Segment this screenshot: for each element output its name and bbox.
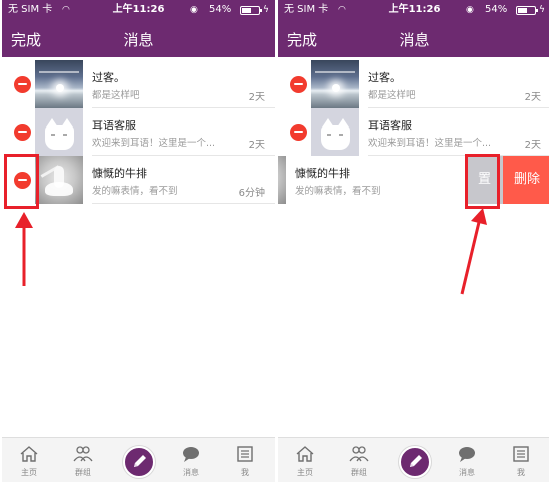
delete-minus-icon[interactable] [290, 124, 307, 141]
message-preview: 都是这样吧 [92, 90, 140, 101]
message-time: 6分钟 [238, 188, 265, 199]
compose-pencil-icon [134, 455, 146, 467]
white-cat-avatar [311, 108, 359, 156]
delete-minus-icon[interactable] [290, 76, 307, 93]
nav-bar: 完成 消息 [278, 20, 549, 57]
contact-name: 慷慨的牛排 [92, 167, 147, 180]
home-icon [20, 446, 38, 462]
status-bar: 无 SIM 卡 ◠ 上午11:26 ◉ 54% ϟ [2, 0, 275, 20]
tab-me[interactable]: 我 [494, 438, 548, 483]
tab-home[interactable]: 主页 [278, 438, 332, 483]
profile-list-icon [237, 446, 253, 462]
compose-pencil-icon [410, 455, 422, 467]
status-time: 上午11:26 [112, 4, 165, 15]
tab-messages[interactable]: 消息 [164, 438, 218, 483]
row-divider [92, 203, 275, 204]
comparison-screenshot: 无 SIM 卡 ◠ 上午11:26 ◉ 54% ϟ 完成 消息 过客。 都是这样… [0, 0, 549, 488]
tab-groups[interactable]: 群组 [56, 438, 110, 483]
message-time: 2天 [524, 140, 541, 151]
message-preview: 发的嘛表情，看不到 [92, 186, 178, 197]
phone-edit-mode: 无 SIM 卡 ◠ 上午11:26 ◉ 54% ϟ 完成 消息 过客。 都是这样… [2, 0, 275, 488]
white-cat-avatar [35, 108, 83, 156]
delete-minus-icon[interactable] [14, 124, 31, 141]
compose-button[interactable] [123, 446, 155, 478]
message-preview: 欢迎来到耳语！这里是一个... [92, 138, 216, 149]
message-time: 2天 [248, 92, 265, 103]
status-time: 上午11:26 [388, 4, 441, 15]
page-title: 消息 [123, 31, 154, 49]
delete-button[interactable]: 删除 [503, 156, 549, 204]
rotation-lock-icon: ◉ [190, 5, 198, 15]
message-row[interactable]: 过客。 都是这样吧 2天 [2, 60, 275, 108]
tab-label: 主页 [297, 468, 313, 477]
battery-percent: 54% [485, 4, 508, 15]
tab-me[interactable]: 我 [218, 438, 272, 483]
group-icon [73, 446, 93, 462]
message-row[interactable]: 耳语客服 欢迎来到耳语！这里是一个... 2天 [2, 108, 275, 156]
message-time: 2天 [524, 92, 541, 103]
status-bar: 无 SIM 卡 ◠ 上午11:26 ◉ 54% ϟ [278, 0, 549, 20]
dancer-avatar [278, 156, 286, 204]
battery-icon [240, 6, 262, 15]
tab-label: 群组 [75, 468, 91, 477]
tab-messages[interactable]: 消息 [440, 438, 494, 483]
swiped-row-content: 慷慨的牛排 发的嘛表情，看不到 [278, 156, 478, 204]
delete-minus-icon[interactable] [14, 76, 31, 93]
contact-name: 耳语客服 [92, 119, 136, 132]
chat-bubble-icon [459, 447, 475, 462]
sunset-sky-avatar [311, 60, 359, 108]
annotation-highlight-box [465, 154, 500, 209]
group-icon [349, 446, 369, 462]
phone-swipe-actions: 无 SIM 卡 ◠ 上午11:26 ◉ 54% ϟ 完成 消息 过客。 都是这样… [278, 0, 549, 488]
tab-groups[interactable]: 群组 [332, 438, 386, 483]
message-row[interactable]: 过客。 都是这样吧 2天 [278, 60, 549, 108]
contact-name: 耳语客服 [368, 119, 412, 132]
battery-percent: 54% [209, 4, 232, 15]
tab-label: 我 [517, 468, 525, 477]
tab-label: 消息 [183, 468, 199, 477]
sunset-sky-avatar [35, 60, 83, 108]
annotation-arrow [15, 212, 33, 286]
message-time: 2天 [248, 140, 265, 151]
charging-icon: ϟ [539, 5, 545, 15]
profile-list-icon [513, 446, 529, 462]
nav-bar: 完成 消息 [2, 20, 275, 57]
chat-bubble-icon [183, 447, 199, 462]
contact-name: 过客。 [92, 71, 125, 84]
tab-home[interactable]: 主页 [2, 438, 56, 483]
rotation-lock-icon: ◉ [466, 5, 474, 15]
message-preview: 发的嘛表情，看不到 [295, 186, 381, 197]
page-title: 消息 [399, 31, 430, 49]
annotation-highlight-box [4, 154, 39, 209]
message-row[interactable]: 慷慨的牛排 发的嘛表情，看不到 6分钟 [2, 156, 275, 204]
charging-icon: ϟ [263, 5, 269, 15]
tab-label: 主页 [21, 468, 37, 477]
annotation-arrow [460, 208, 487, 295]
message-preview: 都是这样吧 [368, 90, 416, 101]
message-row[interactable]: 耳语客服 欢迎来到耳语！这里是一个... 2天 [278, 108, 549, 156]
contact-name: 慷慨的牛排 [295, 167, 350, 180]
tab-label: 消息 [459, 468, 475, 477]
compose-button[interactable] [399, 446, 431, 478]
dancer-avatar [35, 156, 83, 204]
tab-label: 群组 [351, 468, 367, 477]
message-preview: 欢迎来到耳语！这里是一个... [368, 138, 492, 149]
contact-name: 过客。 [368, 71, 401, 84]
battery-icon [516, 6, 538, 15]
tab-label: 我 [241, 468, 249, 477]
message-row-swiped[interactable]: 慷慨的牛排 发的嘛表情，看不到 置 删除 [278, 156, 549, 204]
home-icon [296, 446, 314, 462]
